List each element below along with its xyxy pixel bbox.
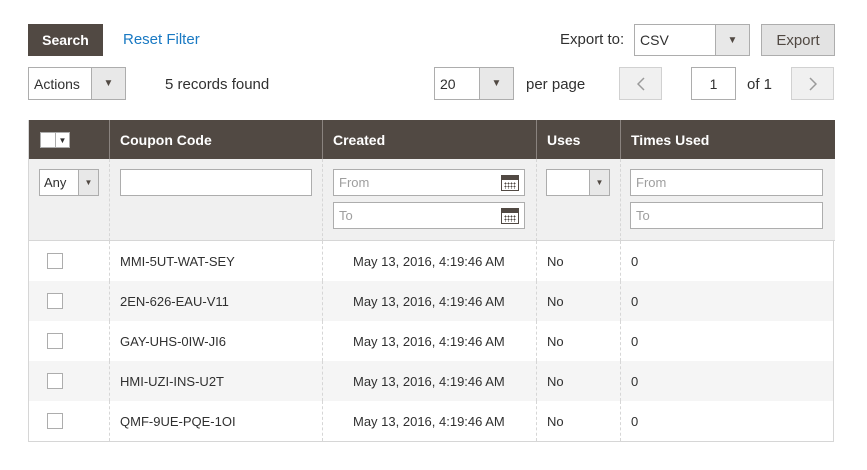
column-header-label: Uses [547, 131, 581, 148]
coupon-code-cell: 2EN-626-EAU-V11 [110, 281, 323, 321]
column-header-label: Coupon Code [120, 131, 212, 148]
uses-cell: No [537, 321, 621, 361]
chevron-down-icon: ▼ [78, 170, 98, 195]
table-row: HMI-UZI-INS-U2T May 13, 2016, 4:19:46 AM… [29, 361, 833, 401]
created-cell: May 13, 2016, 4:19:46 AM [323, 241, 537, 281]
mass-select-control[interactable]: ▼ [40, 132, 70, 148]
created-to-placeholder: To [339, 208, 353, 223]
current-page-input[interactable]: 1 [691, 67, 736, 100]
per-page-select[interactable]: 20 ▼ [434, 67, 514, 100]
filter-created: From To [323, 159, 537, 241]
row-checkbox[interactable] [47, 373, 63, 389]
chevron-right-icon [808, 76, 817, 91]
coupon-code-cell: HMI-UZI-INS-U2T [110, 361, 323, 401]
per-page-label: per page [526, 76, 586, 93]
created-cell: May 13, 2016, 4:19:46 AM [323, 281, 537, 321]
times-used-to-input[interactable]: To [630, 202, 823, 229]
export-format-select[interactable]: CSV ▼ [634, 24, 750, 56]
uses-cell: No [537, 361, 621, 401]
export-format-value: CSV [640, 32, 669, 48]
calendar-icon[interactable] [501, 175, 519, 191]
table-row: GAY-UHS-0IW-JI6 May 13, 2016, 4:19:46 AM… [29, 321, 833, 361]
row-checkbox[interactable] [47, 413, 63, 429]
times-used-from-input[interactable]: From [630, 169, 823, 196]
records-found: 5 records found [165, 76, 270, 93]
filter-uses: ▼ [537, 159, 621, 241]
times-used-cell: 0 [631, 413, 639, 429]
previous-page-button[interactable] [619, 67, 662, 100]
created-cell: May 13, 2016, 4:19:46 AM [323, 361, 537, 401]
next-page-button[interactable] [791, 67, 834, 100]
export-button[interactable]: Export [761, 24, 835, 56]
filter-massaction: Any ▼ [29, 159, 110, 241]
row-checkbox[interactable] [47, 293, 63, 309]
coupon-code-cell: MMI-5UT-WAT-SEY [110, 241, 323, 281]
row-select-cell [29, 321, 110, 361]
actions-value: Actions [34, 75, 80, 92]
massaction-filter-value: Any [44, 175, 67, 190]
calendar-icon[interactable] [501, 208, 519, 224]
uses-filter-select[interactable]: ▼ [546, 169, 610, 196]
massaction-filter-select[interactable]: Any ▼ [39, 169, 99, 196]
table-row: QMF-9UE-PQE-1OI May 13, 2016, 4:19:46 AM… [29, 401, 833, 441]
filter-row: Any ▼ From To ▼ From To [29, 159, 835, 241]
filter-times-used: From To [621, 159, 835, 241]
row-select-cell [29, 241, 110, 281]
row-checkbox[interactable] [47, 333, 63, 349]
created-cell: May 13, 2016, 4:19:46 AM [323, 321, 537, 361]
column-header-label: Created [333, 131, 386, 148]
row-select-cell [29, 281, 110, 321]
chevron-down-icon[interactable]: ▼ [56, 132, 70, 148]
chevron-down-icon: ▼ [589, 170, 609, 195]
coupon-grid: ▼ Coupon Code Created Uses Times Used An… [28, 120, 835, 442]
times-used-cell: 0 [631, 333, 639, 349]
uses-cell: No [537, 281, 621, 321]
per-page-value: 20 [440, 75, 456, 92]
coupon-code-filter-input[interactable] [120, 169, 312, 196]
mass-action-header: ▼ [29, 120, 110, 159]
column-header-times-used[interactable]: Times Used [621, 120, 835, 159]
export-to-label: Export to: [560, 31, 625, 48]
chevron-down-icon: ▼ [715, 25, 749, 55]
coupon-code-cell: GAY-UHS-0IW-JI6 [110, 321, 323, 361]
column-header-coupon-code[interactable]: Coupon Code [110, 120, 323, 159]
times-used-cell: 0 [631, 253, 639, 269]
row-checkbox[interactable] [47, 253, 63, 269]
actions-select[interactable]: Actions ▼ [28, 67, 126, 100]
chevron-down-icon: ▼ [91, 68, 125, 99]
created-from-placeholder: From [339, 175, 370, 190]
chevron-left-icon [636, 76, 645, 91]
search-button[interactable]: Search [28, 24, 103, 56]
times-used-cell: 0 [631, 293, 639, 309]
table-row: 2EN-626-EAU-V11 May 13, 2016, 4:19:46 AM… [29, 281, 833, 321]
coupon-code-cell: QMF-9UE-PQE-1OI [110, 401, 323, 441]
mass-select-checkbox[interactable] [40, 132, 56, 148]
column-header-created[interactable]: Created [323, 120, 537, 159]
filter-coupon-code [110, 159, 323, 241]
reset-filter-link[interactable]: Reset Filter [123, 31, 200, 48]
page-of-label: of 1 [747, 76, 773, 93]
column-header-uses[interactable]: Uses [537, 120, 621, 159]
row-select-cell [29, 361, 110, 401]
times-used-cell: 0 [631, 373, 639, 389]
row-select-cell [29, 401, 110, 441]
created-from-input[interactable]: From [333, 169, 525, 196]
table-row: MMI-5UT-WAT-SEY May 13, 2016, 4:19:46 AM… [29, 241, 833, 281]
created-cell: May 13, 2016, 4:19:46 AM [323, 401, 537, 441]
uses-cell: No [537, 401, 621, 441]
column-header-label: Times Used [631, 131, 710, 148]
created-to-input[interactable]: To [333, 202, 525, 229]
times-used-to-placeholder: To [636, 208, 650, 223]
chevron-down-icon: ▼ [479, 68, 513, 99]
grid-header: ▼ Coupon Code Created Uses Times Used [29, 120, 835, 159]
uses-cell: No [537, 241, 621, 281]
times-used-from-placeholder: From [636, 175, 667, 190]
